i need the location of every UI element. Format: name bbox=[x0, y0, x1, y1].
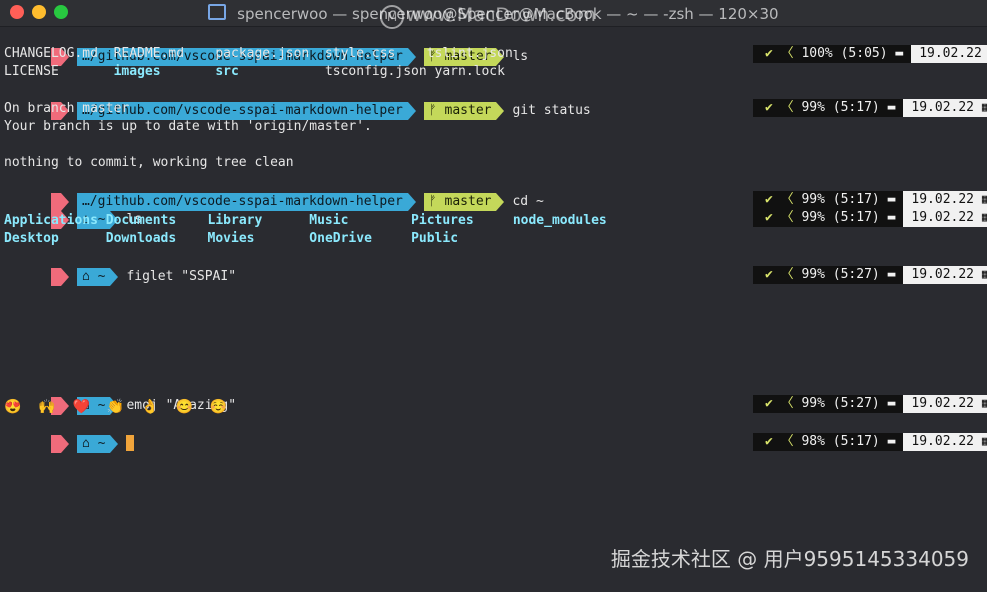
right-status-1: ✔ 〈 100% (5:05) ▬19.02.22 ▦ bbox=[706, 27, 987, 63]
battery-icon: ▬ bbox=[887, 434, 896, 449]
battery-icon: ▬ bbox=[887, 396, 896, 411]
prompt-line-7: ⌂ ~ bbox=[4, 417, 135, 453]
date-segment: 19.02.22 ▦ bbox=[911, 45, 987, 63]
battery-icon: ▬ bbox=[887, 210, 896, 225]
command-text: cd ~ bbox=[512, 194, 544, 209]
right-status-5: ✔ 〈 99% (5:27) ▬ 19.02.22 ▦ bbox=[706, 248, 987, 284]
prompt-line-3: …/github.com/vscode-sspai-markdown-helpe… bbox=[4, 175, 544, 211]
git-output-line-4: nothing to commit, working tree clean bbox=[4, 155, 294, 170]
prompt-line-6: ⌂ ~ emoj "Amazing" bbox=[4, 379, 236, 415]
home-segment: ⌂ ~ bbox=[76, 268, 111, 286]
calendar-icon: ▦ bbox=[981, 434, 987, 449]
calendar-icon: ▦ bbox=[981, 100, 987, 115]
battery-segment: ✔ 〈 99% (5:27) ▬ bbox=[752, 395, 904, 413]
right-status-4: ✔ 〈 99% (5:17) ▬ 19.02.22 ▦ bbox=[706, 191, 987, 227]
right-status-6: ✔ 〈 99% (5:27) ▬ 19.02.22 ▦ bbox=[706, 377, 987, 413]
check-icon: ✔ 〈 bbox=[764, 396, 802, 411]
ls-output-row-1: CHANGELOG.md README.md package.json styl… bbox=[4, 46, 513, 61]
battery-segment: ✔ 〈 98% (5:17) ▬ bbox=[752, 433, 904, 451]
right-status-7: ✔ 〈 98% (5:17) ▬ 19.02.22 ▦ bbox=[706, 415, 987, 451]
prompt-line-4: ⌂ ~ ls bbox=[4, 193, 142, 229]
battery-segment: ✔ 〈 100% (5:05) ▬ bbox=[752, 45, 912, 63]
right-status-3: ✔ 〈 99% (5:17) ▬ 19.02.22 ▦ bbox=[706, 173, 987, 209]
check-icon: ✔ 〈 bbox=[764, 210, 802, 225]
git-branch-segment: ᚠ master bbox=[423, 193, 497, 211]
date-segment: 19.02.22 ▦ bbox=[903, 433, 987, 451]
calendar-icon: ▦ bbox=[981, 267, 987, 282]
check-icon: ✔ 〈 bbox=[764, 267, 802, 282]
git-branch-icon: ᚠ bbox=[428, 194, 445, 209]
text-cursor[interactable] bbox=[126, 435, 135, 451]
battery-segment: ✔ 〈 99% (5:17) ▬ bbox=[752, 99, 904, 117]
footer-watermark: 掘金技术社区 @ 用户9595145334059 bbox=[610, 547, 969, 571]
check-icon: ✔ 〈 bbox=[764, 100, 802, 115]
terminal-window: spencerwoo — spencerwoo@Spencer@MacBook … bbox=[0, 0, 987, 592]
git-output-line-1: On branch master bbox=[4, 101, 130, 116]
battery-segment: ✔ 〈 99% (5:27) ▬ bbox=[752, 266, 904, 284]
git-branch-segment: ᚠ master bbox=[423, 102, 497, 120]
home-ls-row-2: Desktop Downloads Movies OneDrive Public bbox=[4, 231, 459, 246]
emoji-output: 😍 🙌 ❤️ 👏 👌 😊 ☺️ bbox=[4, 399, 228, 415]
git-branch-icon: ᚠ bbox=[428, 103, 445, 118]
terminal-output[interactable]: …/github.com/vscode-sspai-markdown-helpe… bbox=[0, 27, 987, 592]
folder-icon bbox=[208, 4, 227, 20]
check-icon: ✔ 〈 bbox=[764, 434, 802, 449]
calendar-icon: ▦ bbox=[981, 396, 987, 411]
home-icon: ⌂ bbox=[81, 436, 98, 451]
calendar-icon: ▦ bbox=[981, 210, 987, 225]
macdown-logo-icon: M bbox=[380, 5, 404, 29]
ls-output-row-2: LICENSE images src tsconfig.json yarn.lo… bbox=[4, 64, 505, 79]
date-segment: 19.02.22 ▦ bbox=[903, 395, 987, 413]
prompt-line-5: ⌂ ~ figlet "SSPAI" bbox=[4, 250, 236, 286]
battery-segment: ✔ 〈 99% (5:17) ▬ bbox=[752, 209, 904, 227]
watermark-text: www.MacDown.com bbox=[406, 4, 596, 26]
watermark: Mwww.MacDown.com bbox=[380, 4, 596, 29]
battery-icon: ▬ bbox=[895, 46, 904, 61]
title-bar: spencerwoo — spencerwoo@Spencer@MacBook … bbox=[0, 0, 987, 29]
battery-icon: ▬ bbox=[887, 100, 896, 115]
right-status-2: ✔ 〈 99% (5:17) ▬ 19.02.22 ▦ bbox=[706, 81, 987, 117]
battery-icon: ▬ bbox=[887, 267, 896, 282]
apple-icon bbox=[50, 435, 61, 453]
date-segment: 19.02.22 ▦ bbox=[903, 99, 987, 117]
date-segment: 19.02.22 ▦ bbox=[903, 209, 987, 227]
check-icon: ✔ 〈 bbox=[764, 46, 802, 61]
home-icon: ⌂ bbox=[81, 269, 98, 284]
home-segment: ⌂ ~ bbox=[76, 435, 111, 453]
git-output-line-2: Your branch is up to date with 'origin/m… bbox=[4, 119, 372, 134]
command-text: figlet "SSPAI" bbox=[126, 269, 237, 284]
home-ls-row-1: Applications Documents Library Music Pic… bbox=[4, 213, 607, 228]
command-text: git status bbox=[512, 103, 591, 118]
command-text: ls bbox=[512, 49, 529, 64]
apple-icon bbox=[50, 268, 61, 286]
date-segment: 19.02.22 ▦ bbox=[903, 266, 987, 284]
